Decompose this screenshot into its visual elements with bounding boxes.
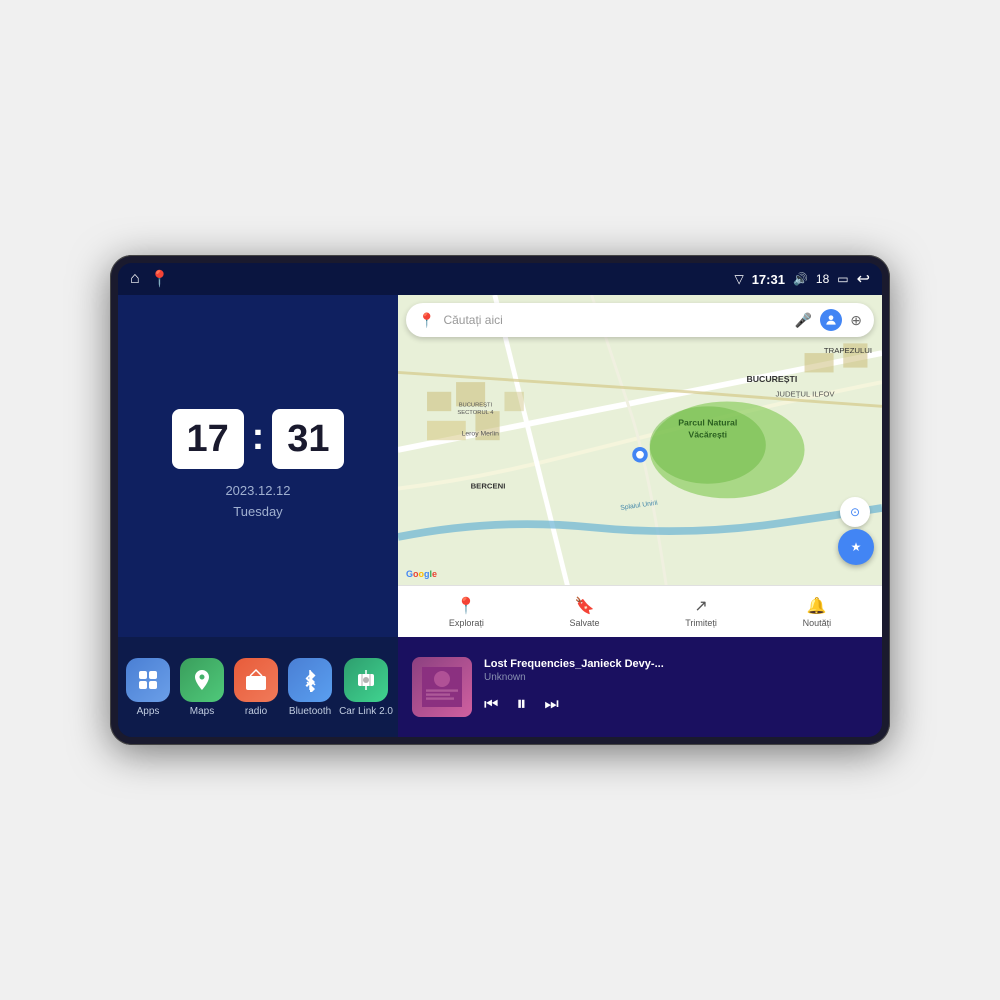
- music-info: Lost Frequencies_Janieck Devy-... Unknow…: [484, 658, 868, 683]
- status-time: 17:31: [752, 272, 785, 287]
- svg-text:Leroy Merlin: Leroy Merlin: [462, 430, 499, 437]
- svg-text:Parcul Natural: Parcul Natural: [678, 418, 737, 428]
- app-item-apps[interactable]: Apps: [123, 658, 173, 717]
- svg-text:FM: FM: [251, 678, 258, 684]
- map-nav-explore[interactable]: 📍 Explorați: [449, 596, 484, 628]
- battery-icon: ▭: [837, 272, 848, 286]
- music-album-art: [412, 657, 472, 717]
- carlink-label: Car Link 2.0: [339, 706, 393, 717]
- signal-icon: ▽: [734, 272, 743, 286]
- radio-label: radio: [245, 706, 267, 717]
- maps-icon: [180, 658, 224, 702]
- music-controls: ⏮ ⏸ ⏭: [484, 693, 868, 716]
- clock-display: 17 : 31: [172, 409, 345, 469]
- music-play-pause-button[interactable]: ⏸: [516, 693, 526, 716]
- app-item-maps[interactable]: Maps: [177, 658, 227, 717]
- radio-icon: FM: [234, 658, 278, 702]
- maps-pin-icon[interactable]: 📍: [150, 269, 170, 289]
- svg-text:BUCUREȘTI: BUCUREȘTI: [459, 402, 493, 408]
- map-container[interactable]: Parcul Natural Văcărești Leroy Merlin BE…: [398, 295, 882, 585]
- map-search-placeholder: Căutați aici: [443, 313, 786, 327]
- app-item-radio[interactable]: FM radio: [231, 658, 281, 717]
- main-content: 17 : 31 2023.12.12 Tuesday: [118, 295, 882, 737]
- map-search-bar[interactable]: 📍 Căutați aici 🎤 ⊕: [406, 303, 874, 337]
- maps-label: Maps: [190, 706, 214, 717]
- voice-search-icon[interactable]: 🎤: [795, 312, 812, 329]
- clock-hours: 17: [172, 409, 244, 469]
- saved-icon: 🔖: [575, 596, 595, 616]
- clock-date-value: 2023.12.12: [225, 483, 290, 498]
- map-layers-icon[interactable]: ⊕: [850, 312, 862, 329]
- app-item-carlink[interactable]: Car Link 2.0: [339, 658, 393, 717]
- map-nav-bar: 📍 Explorați 🔖 Salvate ↗ Trimiteți 🔔 Nout…: [398, 585, 882, 637]
- maps-search-pin-icon: 📍: [418, 312, 435, 329]
- apps-label: Apps: [137, 706, 160, 717]
- svg-text:TRAPEZULUI: TRAPEZULUI: [824, 346, 872, 355]
- svg-text:JUDEȚUL ILFOV: JUDEȚUL ILFOV: [776, 390, 836, 399]
- news-label: Noutăți: [803, 618, 832, 628]
- music-player: Lost Frequencies_Janieck Devy-... Unknow…: [398, 637, 882, 737]
- map-nav-saved[interactable]: 🔖 Salvate: [570, 596, 600, 628]
- map-nav-news[interactable]: 🔔 Noutăți: [803, 596, 832, 628]
- apps-icon: [126, 658, 170, 702]
- status-bar-right: ▽ 17:31 🔊 18 ▭ ↩: [734, 269, 870, 289]
- clock-day-value: Tuesday: [233, 504, 282, 519]
- map-recenter-button[interactable]: ⊙: [840, 497, 870, 527]
- status-bar: ⌂ 📍 ▽ 17:31 🔊 18 ▭ ↩: [118, 263, 882, 295]
- svg-text:BUCUREȘTI: BUCUREȘTI: [746, 374, 797, 384]
- clock-widget: 17 : 31 2023.12.12 Tuesday: [118, 295, 398, 637]
- music-title: Lost Frequencies_Janieck Devy-...: [484, 658, 868, 670]
- right-panel: Parcul Natural Văcărești Leroy Merlin BE…: [398, 295, 882, 737]
- status-bar-left: ⌂ 📍: [130, 269, 170, 289]
- left-panel: 17 : 31 2023.12.12 Tuesday: [118, 295, 398, 737]
- volume-icon: 🔊: [793, 272, 808, 286]
- share-label: Trimiteți: [685, 618, 717, 628]
- share-icon: ↗: [694, 596, 707, 616]
- volume-level: 18: [816, 272, 829, 286]
- clock-minutes: 31: [272, 409, 344, 469]
- device-screen: ⌂ 📍 ▽ 17:31 🔊 18 ▭ ↩ 17 :: [118, 263, 882, 737]
- music-artist: Unknown: [484, 672, 868, 683]
- music-info-section: Lost Frequencies_Janieck Devy-... Unknow…: [484, 658, 868, 716]
- map-fab-button[interactable]: ★: [838, 529, 874, 565]
- explore-icon: 📍: [456, 596, 476, 616]
- car-infotainment-device: ⌂ 📍 ▽ 17:31 🔊 18 ▭ ↩ 17 :: [110, 255, 890, 745]
- carlink-icon: [344, 658, 388, 702]
- saved-label: Salvate: [570, 618, 600, 628]
- back-icon[interactable]: ↩: [857, 269, 870, 289]
- explore-label: Explorați: [449, 618, 484, 628]
- clock-colon: :: [252, 416, 265, 459]
- svg-text:BERCENI: BERCENI: [471, 482, 506, 491]
- app-item-bluetooth[interactable]: Bluetooth: [285, 658, 335, 717]
- google-logo: Google: [406, 569, 437, 579]
- app-shortcuts-bar: Apps Maps: [118, 637, 398, 737]
- music-next-button[interactable]: ⏭: [544, 696, 558, 714]
- map-nav-share[interactable]: ↗ Trimiteți: [685, 596, 717, 628]
- svg-text:SECTORUL 4: SECTORUL 4: [457, 410, 494, 416]
- svg-text:Văcărești: Văcărești: [688, 429, 727, 439]
- bluetooth-icon: [288, 658, 332, 702]
- user-avatar[interactable]: [820, 309, 842, 331]
- home-icon[interactable]: ⌂: [130, 270, 140, 288]
- news-icon: 🔔: [807, 596, 827, 616]
- music-prev-button[interactable]: ⏮: [484, 696, 498, 714]
- clock-date: 2023.12.12 Tuesday: [225, 481, 290, 523]
- bluetooth-label: Bluetooth: [289, 706, 331, 717]
